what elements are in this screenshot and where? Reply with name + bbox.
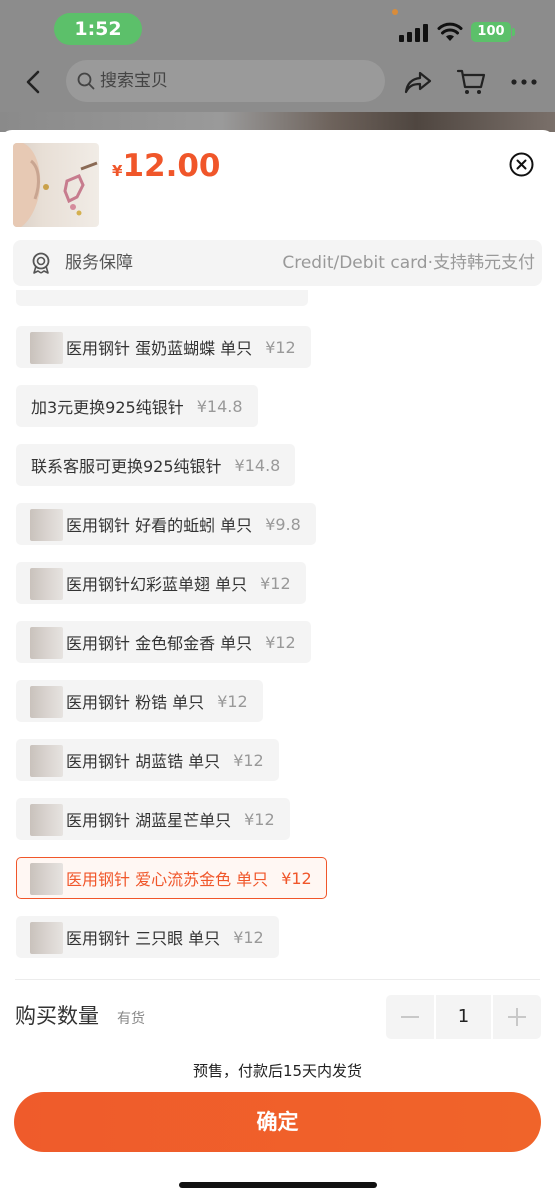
option-thumbnail [30,686,63,718]
increment-button[interactable] [493,995,541,1039]
option-thumbnail [30,804,63,836]
option-price: ¥12 [260,573,291,593]
currency-symbol: ¥ [112,162,123,180]
quantity-label: 购买数量 [15,1004,99,1028]
minus-icon [401,1016,419,1018]
option-label: 医用钢针 爱心流苏金色 单只 [66,870,269,889]
option-price: ¥12 [233,927,264,947]
earring-product-image [13,143,98,227]
battery-indicator: 100 [471,22,511,42]
sku-option[interactable]: 医用钢针 三只眼 单只 ¥12 [16,916,279,958]
option-price: ¥14.8 [234,455,281,475]
option-price: ¥14.8 [196,396,243,416]
search-icon [77,72,95,90]
nav-bar: 搜索宝贝 [0,58,555,106]
option-thumbnail [30,568,63,600]
stock-status: 有货 [117,1011,145,1027]
plus-icon-v [516,1008,518,1026]
dimmed-background[interactable]: 1:52 100 搜索宝贝 [0,0,555,132]
search-placeholder: 搜索宝贝 [100,71,168,91]
option-thumbnail [30,627,63,659]
product-thumbnail[interactable] [13,143,99,227]
wifi-icon [437,22,463,41]
confirm-button[interactable]: 确定 [14,1092,541,1152]
cellular-signal-icon [399,24,429,42]
sku-option[interactable]: 加3元更换925纯银针 ¥14.8 [16,385,258,427]
option-label: 联系客服可更换925纯银针 [31,457,222,476]
option-thumbnail [30,509,63,541]
option-label: 医用钢针 三只眼 单只 [66,929,221,948]
sku-option[interactable]: 医用钢针 好看的蚯蚓 单只 ¥9.8 [16,503,316,545]
share-icon[interactable] [402,66,434,98]
cart-icon[interactable] [455,66,487,98]
sku-options-list[interactable]: 医用钢针 蛋奶蓝蝴蝶 单只 ¥12 加3元更换925纯银针 ¥14.8 联系客服… [0,290,555,976]
divider [15,979,540,980]
more-icon[interactable] [508,66,540,98]
close-icon[interactable] [509,152,534,177]
option-price: ¥12 [281,868,312,888]
option-label: 医用钢针 粉锆 单只 [66,693,205,712]
sku-option[interactable]: 医用钢针幻彩蓝单翅 单只 ¥12 [16,562,306,604]
sku-option[interactable]: 医用钢针 湖蓝星芒单只 ¥12 [16,798,290,840]
badge-icon [32,252,50,274]
sku-option[interactable]: 联系客服可更换925纯银针 ¥14.8 [16,444,296,486]
option-label: 医用钢针 湖蓝星芒单只 [66,811,232,830]
price-value: 12.00 [122,148,221,184]
sku-option[interactable]: 医用钢针 蛋奶蓝蝴蝶 单只 ¥12 [16,326,311,368]
option-label: 医用钢针 胡蓝锆 单只 [66,752,221,771]
decrement-button[interactable] [386,995,434,1039]
sku-option[interactable]: 医用钢针 金色郁金香 单只 ¥12 [16,621,311,663]
sku-option[interactable]: 医用钢针 胡蓝锆 单只 ¥12 [16,739,279,781]
option-price: ¥12 [233,750,264,770]
service-value: Credit/Debit card·支持韩元支付 [282,253,535,273]
quantity-value[interactable]: 1 [436,995,491,1039]
option-label: 加3元更换925纯银针 [31,398,184,417]
option-price: ¥12 [217,691,248,711]
sku-option-selected[interactable]: 医用钢针 爱心流苏金色 单只 ¥12 [16,857,327,899]
service-label: 服务保障 [65,253,133,273]
home-indicator[interactable] [179,1182,377,1188]
battery-tip [512,28,515,36]
product-photo-edge [0,112,555,132]
status-bar: 1:52 100 [0,0,555,58]
sku-selection-sheet: ¥12.00 服务保障 Credit/Debit card·支持韩元支付 医用钢… [0,130,555,1200]
option-price: ¥12 [244,809,275,829]
privacy-indicator-dot [392,9,398,15]
option-thumbnail [30,922,63,954]
option-label: 医用钢针幻彩蓝单翅 单只 [66,575,248,594]
option-thumbnail [30,745,63,777]
option-thumbnail [30,863,63,895]
presale-note: 预售，付款后15天内发货 [192,1062,363,1080]
option-price: ¥12 [265,632,296,652]
back-arrow-icon[interactable] [18,66,50,98]
search-input[interactable]: 搜索宝贝 [66,60,385,102]
option-price: ¥9.8 [265,514,301,534]
service-guarantee-row[interactable]: 服务保障 Credit/Debit card·支持韩元支付 [13,240,542,286]
option-label: 医用钢针 蛋奶蓝蝴蝶 单只 [66,339,253,358]
option-partial-hidden [16,290,308,306]
status-time: 1:52 [54,13,142,45]
option-thumbnail [30,332,63,364]
price-display: ¥12.00 [112,148,221,184]
sku-option[interactable]: 医用钢针 粉锆 单只 ¥12 [16,680,263,722]
option-price: ¥12 [265,337,296,357]
option-label: 医用钢针 好看的蚯蚓 单只 [66,516,253,535]
quantity-stepper: 1 [386,995,541,1039]
option-label: 医用钢针 金色郁金香 单只 [66,634,253,653]
